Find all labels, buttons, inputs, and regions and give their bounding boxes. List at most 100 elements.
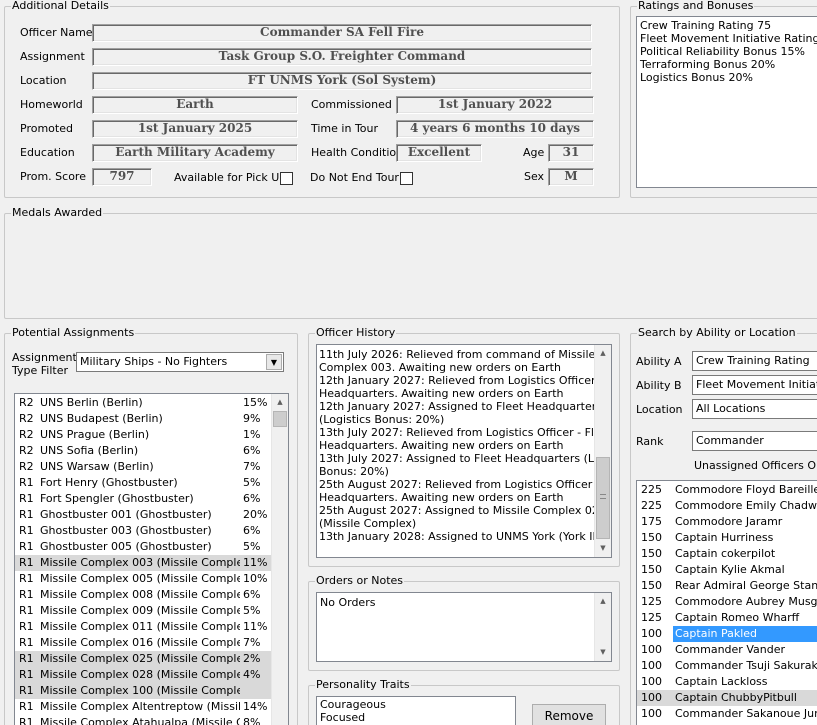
- assignment-row[interactable]: R2 UNS Berlin (Berlin) 15%: [15, 395, 271, 411]
- remove-trait-button[interactable]: Remove: [532, 704, 606, 725]
- assignment-row[interactable]: R1 Missile Complex 016 (Missile Complex) 7…: [15, 635, 271, 651]
- assignment-rank: R1: [19, 556, 34, 569]
- assignment-row[interactable]: R2 UNS Budapest (Berlin) 9%: [15, 411, 271, 427]
- officer-result-row[interactable]: 175 Commodore Jaramr: [637, 514, 817, 530]
- assignment-percent: 9%: [243, 412, 261, 425]
- officer-result-row[interactable]: 150 Captain Kylie Akmal: [637, 562, 817, 578]
- trait-item[interactable]: Courageous: [320, 698, 512, 711]
- history-line: 25th August 2027: Assigned to Missile Co…: [319, 504, 606, 517]
- assignment-row[interactable]: R1 Fort Henry (Ghostbuster) 5%: [15, 475, 271, 491]
- officer-name: Captain Kylie Akmal: [675, 563, 785, 576]
- officer-result-row[interactable]: 125 Captain Romeo Wharff: [637, 610, 817, 626]
- search-results-list[interactable]: 225 Commodore Floyd Bareilles 225 Commodore…: [636, 480, 817, 725]
- officer-result-row[interactable]: 100 Captain Lackloss: [637, 674, 817, 690]
- assignment-rank: R1: [19, 716, 34, 725]
- officer-result-row[interactable]: 100 Commander Tsuji Sakurako: [637, 658, 817, 674]
- orders-scrollbar[interactable]: ▲ ▼: [594, 593, 611, 661]
- assignment-row[interactable]: R1 Ghostbuster 005 (Ghostbuster) 5%: [15, 539, 271, 555]
- assignment-name: Missile Complex Altentreptow (Missile Co…: [40, 700, 240, 713]
- officer-name: Rear Admiral George Stansbe: [675, 579, 817, 592]
- assignment-percent: 11%: [243, 556, 268, 569]
- orders-text[interactable]: No Orders ▲ ▼: [316, 592, 612, 662]
- assignment-rank: R2: [19, 460, 34, 473]
- pickup-checkbox[interactable]: [280, 172, 293, 185]
- homeworld-field: Earth: [92, 96, 298, 114]
- scroll-down-icon[interactable]: ▼: [595, 644, 611, 661]
- assignment-name: Missile Complex 005 (Missile Complex): [40, 572, 240, 585]
- ability-a-select[interactable]: Crew Training Rating: [692, 351, 817, 371]
- assignment-row[interactable]: R1 Fort Spengler (Ghostbuster) 6%: [15, 491, 271, 507]
- assignment-row[interactable]: R1 Missile Complex 025 (Missile Complex) 2…: [15, 651, 271, 667]
- assignment-row[interactable]: R2 UNS Prague (Berlin) 1%: [15, 427, 271, 443]
- history-line: Complex 003. Awaiting new orders on Eart…: [319, 361, 561, 374]
- officer-result-row[interactable]: 150 Captain Hurriness: [637, 530, 817, 546]
- officer-history-text[interactable]: 11th July 2026: Relieved from command of…: [316, 344, 612, 558]
- assignment-filter-select[interactable]: Military Ships - No Fighters ▼: [76, 352, 284, 372]
- scroll-thumb[interactable]: [596, 457, 610, 539]
- officer-score: 100: [641, 707, 662, 720]
- scroll-down-icon[interactable]: ▼: [595, 540, 611, 557]
- assignment-row[interactable]: R1 Missile Complex 009 (Missile Complex) 5…: [15, 603, 271, 619]
- scroll-up-icon[interactable]: ▲: [595, 593, 611, 610]
- assignment-row[interactable]: R1 Missile Complex 005 (Missile Complex) 1…: [15, 571, 271, 587]
- education-label: Education: [20, 146, 75, 159]
- trait-item[interactable]: Focused: [320, 711, 512, 724]
- homeworld-label: Homeworld: [20, 98, 83, 111]
- officer-score: 100: [641, 627, 662, 640]
- assignment-row[interactable]: R1 Missile Complex 028 (Missile Complex) 4…: [15, 667, 271, 683]
- officer-result-row[interactable]: 100 Commander Sakanoue Junko: [637, 706, 817, 722]
- assignment-row[interactable]: R1 Missile Complex 008 (Missile Complex) 6…: [15, 587, 271, 603]
- assignment-row[interactable]: R1 Missile Complex 011 (Missile Complex) 1…: [15, 619, 271, 635]
- officer-result-row[interactable]: 150 Rear Admiral George Stansbe: [637, 578, 817, 594]
- officer-name-field: Commander SA Fell Fire: [92, 24, 592, 42]
- scroll-up-icon[interactable]: ▲: [272, 394, 288, 411]
- remove-trait-label: Remove: [544, 709, 594, 723]
- scroll-up-icon[interactable]: ▲: [595, 345, 611, 362]
- medals-title: Medals Awarded: [11, 206, 104, 220]
- officer-result-row[interactable]: 100 Captain Pakled: [637, 626, 817, 642]
- history-scrollbar[interactable]: ▲ ▼: [594, 345, 611, 557]
- rank-select[interactable]: Commander: [692, 431, 817, 451]
- assignment-row[interactable]: R1 Ghostbuster 003 (Ghostbuster) 6%: [15, 523, 271, 539]
- orders-content: No Orders: [320, 596, 376, 609]
- assignment-row[interactable]: R1 Missile Complex Altentreptow (Missile …: [15, 699, 271, 715]
- assignment-row[interactable]: R1 Missile Complex Atahualpa (Missile Com…: [15, 715, 271, 725]
- officer-result-row[interactable]: 125 Commodore Aubrey Musgrove: [637, 594, 817, 610]
- officer-score: 125: [641, 595, 662, 608]
- assignment-rank: R1: [19, 652, 34, 665]
- assignment-row[interactable]: R1 Missile Complex 100 (Missile Complex): [15, 683, 271, 699]
- assignment-row[interactable]: R1 Missile Complex 003 (Missile Complex) 1…: [15, 555, 271, 571]
- search-location-select[interactable]: All Locations: [692, 399, 817, 419]
- officer-result-row[interactable]: 100 Commander Vander: [637, 642, 817, 658]
- ratings-list[interactable]: Crew Training Rating 75 Fleet Movement In…: [636, 16, 817, 188]
- officer-name: Captain Romeo Wharff: [675, 611, 800, 624]
- assignment-row[interactable]: R1 Ghostbuster 001 (Ghostbuster) 20%: [15, 507, 271, 523]
- personality-title: Personality Traits: [315, 678, 411, 692]
- officer-result-row[interactable]: 100 Captain ChubbyPitbull: [637, 690, 817, 706]
- officer-result-row[interactable]: 150 Captain cokerpilot: [637, 546, 817, 562]
- assignment-row[interactable]: R2 UNS Warsaw (Berlin) 7%: [15, 459, 271, 475]
- officer-score: 100: [641, 691, 662, 704]
- assignment-percent: 6%: [243, 444, 261, 457]
- assignment-rank: R1: [19, 620, 34, 633]
- officer-name: Captain Pakled: [673, 626, 817, 642]
- ability-b-select[interactable]: Fleet Movement Initiative: [692, 375, 817, 395]
- unassigned-only-label: Unassigned Officers Only: [694, 459, 817, 472]
- assignment-name: Missile Complex 003 (Missile Complex): [40, 556, 240, 569]
- assignment-filter-label-1: Assignment: [12, 351, 77, 364]
- do-not-end-checkbox[interactable]: [400, 172, 413, 185]
- assignment-field: Task Group S.O. Freighter Command: [92, 48, 592, 66]
- scroll-thumb[interactable]: [273, 411, 287, 427]
- potential-assignments-list[interactable]: R2 UNS Berlin (Berlin) 15% R2 UNS Budapest (…: [14, 393, 289, 725]
- assignment-name: Missile Complex 008 (Missile Complex): [40, 588, 240, 601]
- personality-list[interactable]: Courageous Focused: [316, 696, 516, 725]
- assignment-name: Fort Henry (Ghostbuster): [40, 476, 178, 489]
- pickup-label: Available for Pick Up: [174, 171, 287, 184]
- assignments-scrollbar[interactable]: ▲: [271, 394, 288, 725]
- assignment-rank: R1: [19, 572, 34, 585]
- officer-result-row[interactable]: 225 Commodore Emily Chadwick: [637, 498, 817, 514]
- assignment-percent: 6%: [243, 588, 261, 601]
- officer-result-row[interactable]: 225 Commodore Floyd Bareilles: [637, 482, 817, 498]
- assignment-row[interactable]: R2 UNS Sofia (Berlin) 6%: [15, 443, 271, 459]
- assignment-rank: R2: [19, 396, 34, 409]
